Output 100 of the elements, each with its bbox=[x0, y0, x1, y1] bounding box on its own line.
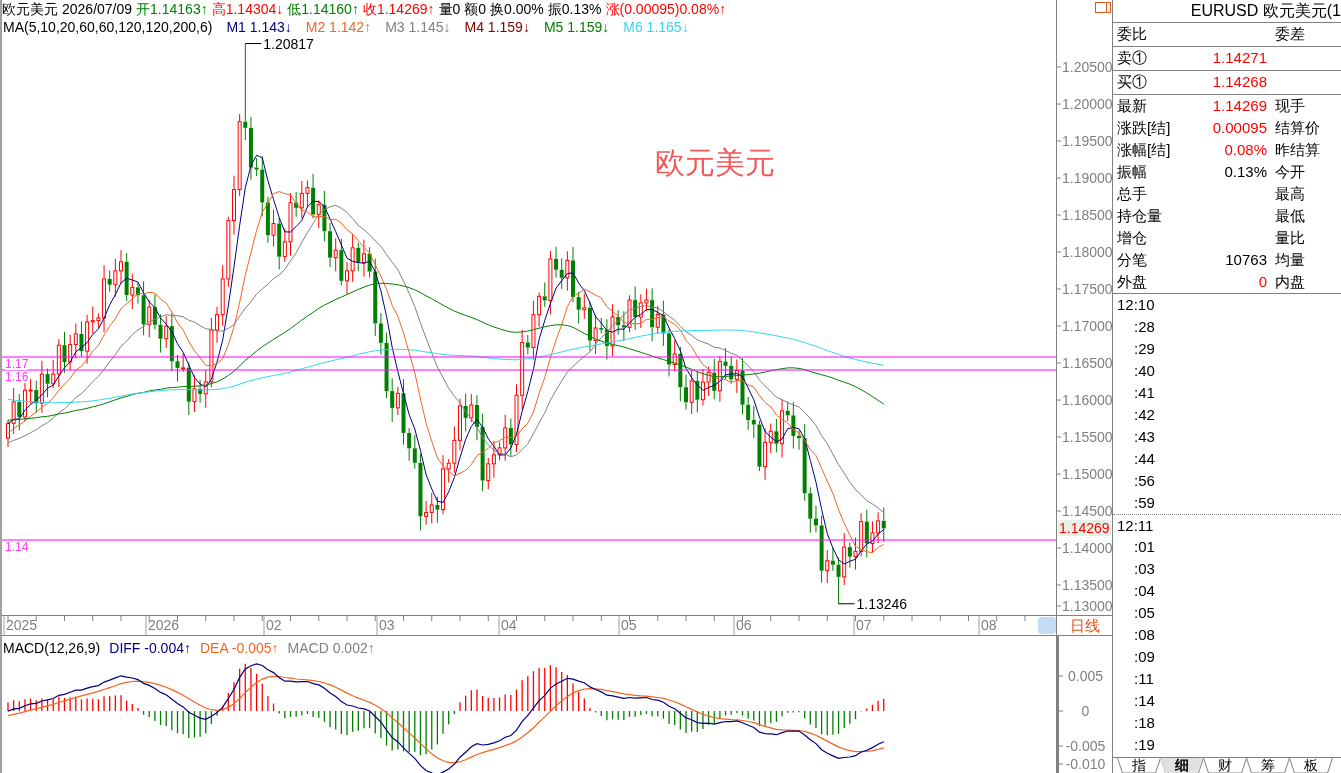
tick-time: :42 bbox=[1134, 406, 1155, 424]
macd-legend-text: DEA -0.005↑ bbox=[199, 639, 279, 657]
field-label: 结算价 bbox=[1274, 117, 1320, 138]
quote-text: 收1.14269↑ bbox=[362, 0, 435, 18]
tick-time: :43 bbox=[1134, 428, 1155, 446]
time-axis-label: 08 bbox=[981, 617, 997, 634]
marker-line bbox=[244, 43, 262, 45]
panel-tab[interactable]: 板 bbox=[1289, 758, 1332, 773]
quote-text: 涨(0.00095)0.08%↑ bbox=[605, 0, 727, 18]
tick-time: :09 bbox=[1134, 648, 1155, 666]
field-label: 涨跌[结] bbox=[1116, 117, 1172, 138]
field-label: 持仓量 bbox=[1116, 205, 1163, 226]
price-axis-label: 1.16500 bbox=[1062, 355, 1113, 371]
price-axis-label: 1.14000 bbox=[1062, 540, 1113, 556]
high-price-label: 1.20817 bbox=[263, 35, 314, 52]
field-label: 总手 bbox=[1116, 183, 1148, 204]
price-value: 1.14271 bbox=[1211, 48, 1267, 69]
price-axis-label: 1.16000 bbox=[1062, 392, 1113, 408]
price-axis-label: 1.20500 bbox=[1062, 59, 1113, 75]
time-axis-label: 2026 bbox=[148, 617, 180, 634]
field-label: 委差 bbox=[1275, 24, 1305, 45]
layout-icon[interactable] bbox=[1095, 2, 1111, 13]
field-label: 委比 bbox=[1116, 24, 1148, 45]
ma-legend-text: M4 1.159↓ bbox=[464, 18, 530, 36]
low-price-label: 1.13246 bbox=[856, 595, 908, 612]
line-label: 1.17 bbox=[5, 359, 29, 370]
current-price-label: 1.14269 bbox=[1058, 520, 1111, 537]
time-axis-label: 2025 bbox=[6, 617, 38, 634]
tick-time: :05 bbox=[1134, 604, 1155, 622]
scroll-handle[interactable] bbox=[1038, 617, 1056, 634]
line-label: 1.14 bbox=[5, 542, 29, 553]
chart-symbol-label: 欧元美元 bbox=[655, 145, 775, 181]
marker-line bbox=[838, 603, 856, 605]
price-axis-label: 1.14500 bbox=[1062, 503, 1113, 519]
macd-legend-text: MACD(12,26,9) bbox=[3, 639, 101, 657]
field-label: 量比 bbox=[1274, 227, 1305, 248]
price-axis-label: 1.18000 bbox=[1062, 244, 1113, 260]
quote-text: 额0 bbox=[464, 0, 487, 18]
time-axis-label: 06 bbox=[736, 617, 752, 634]
field-label: 最新 bbox=[1116, 95, 1148, 116]
macd-axis-label: -0.005 bbox=[1064, 738, 1107, 754]
quote-text: 欧元美元 bbox=[2, 0, 58, 18]
stat-value: 1.14269 bbox=[1212, 95, 1267, 116]
tick-time: :18 bbox=[1134, 714, 1155, 732]
macd-axis-label: 0 bbox=[1080, 703, 1091, 719]
quote-text: 低1.14160↑ bbox=[287, 0, 359, 18]
field-label: 分笔 bbox=[1116, 249, 1148, 270]
ma-legend-text: M2 1.142↑ bbox=[305, 18, 372, 36]
field-label: 涨幅[结] bbox=[1116, 139, 1172, 160]
field-label: 今开 bbox=[1274, 161, 1305, 182]
tick-time: :41 bbox=[1134, 384, 1155, 402]
price-axis-label: 1.13500 bbox=[1062, 577, 1113, 593]
tick-time: :03 bbox=[1134, 560, 1155, 578]
ma-legend-text: MA(5,10,20,60,60,120,120,200,6) bbox=[3, 18, 213, 36]
period-label: 日线 bbox=[1069, 617, 1100, 634]
field-label: 最低 bbox=[1274, 205, 1305, 226]
panel-tab[interactable]: 细 bbox=[1160, 758, 1203, 773]
quote-text: 2026/07/09 bbox=[62, 0, 133, 18]
time-axis-label: 05 bbox=[621, 617, 637, 634]
tick-time: :29 bbox=[1134, 340, 1155, 358]
ma-legend-text: M3 1.145↓ bbox=[385, 18, 451, 36]
price-axis-label: 1.15000 bbox=[1062, 466, 1113, 482]
price-axis-label: 1.13000 bbox=[1062, 598, 1113, 614]
ma-legend-text: M1 1.143↓ bbox=[226, 18, 292, 36]
tick-time: :11 bbox=[1134, 670, 1154, 688]
quote-text: 量0 bbox=[438, 0, 461, 18]
stat-value: 0.00095 bbox=[1212, 117, 1267, 138]
panel-tab[interactable]: 财 bbox=[1203, 758, 1246, 773]
field-label: 买① bbox=[1116, 72, 1148, 93]
field-label: 现手 bbox=[1274, 95, 1305, 116]
tick-time: :56 bbox=[1134, 472, 1155, 490]
time-axis-label: 03 bbox=[379, 617, 395, 634]
tick-time: 12:10 bbox=[1117, 296, 1155, 314]
quote-text: 开1.14163↑ bbox=[136, 0, 208, 18]
panel-tab[interactable]: 指 bbox=[1117, 758, 1160, 773]
tick-time: 12:11 bbox=[1117, 516, 1154, 535]
field-label: 增仓 bbox=[1116, 227, 1148, 248]
quote-text: 换0.00% bbox=[490, 0, 544, 18]
line-label: 1.16 bbox=[5, 372, 29, 383]
tick-time: :40 bbox=[1134, 362, 1155, 380]
macd-axis-label: 0.005 bbox=[1066, 668, 1104, 684]
price-axis-label: 1.19000 bbox=[1062, 170, 1113, 186]
tick-time: :14 bbox=[1134, 692, 1155, 710]
ma-legend-text: M5 1.159↓ bbox=[543, 18, 610, 36]
panel-tab[interactable]: 筹 bbox=[1246, 758, 1289, 773]
time-axis-label: 02 bbox=[266, 617, 282, 634]
time-axis-label: 07 bbox=[856, 617, 872, 634]
price-axis-label: 1.17500 bbox=[1062, 281, 1113, 297]
stat-value: 0 bbox=[1258, 271, 1267, 292]
field-label: 最高 bbox=[1274, 183, 1305, 204]
price-axis-label: 1.20000 bbox=[1062, 96, 1113, 112]
quote-text: 振0.13% bbox=[547, 0, 602, 18]
stat-value: 0.13% bbox=[1224, 161, 1267, 182]
tick-time: :04 bbox=[1134, 582, 1155, 600]
field-label: 振幅 bbox=[1116, 161, 1148, 182]
macd-legend-text: DIFF -0.004↑ bbox=[109, 639, 191, 657]
tick-time: :01 bbox=[1134, 538, 1155, 556]
field-label: 外盘 bbox=[1116, 271, 1148, 292]
ma-legend-text: M6 1.165↓ bbox=[623, 18, 689, 36]
stat-value: 0.08% bbox=[1224, 139, 1267, 160]
